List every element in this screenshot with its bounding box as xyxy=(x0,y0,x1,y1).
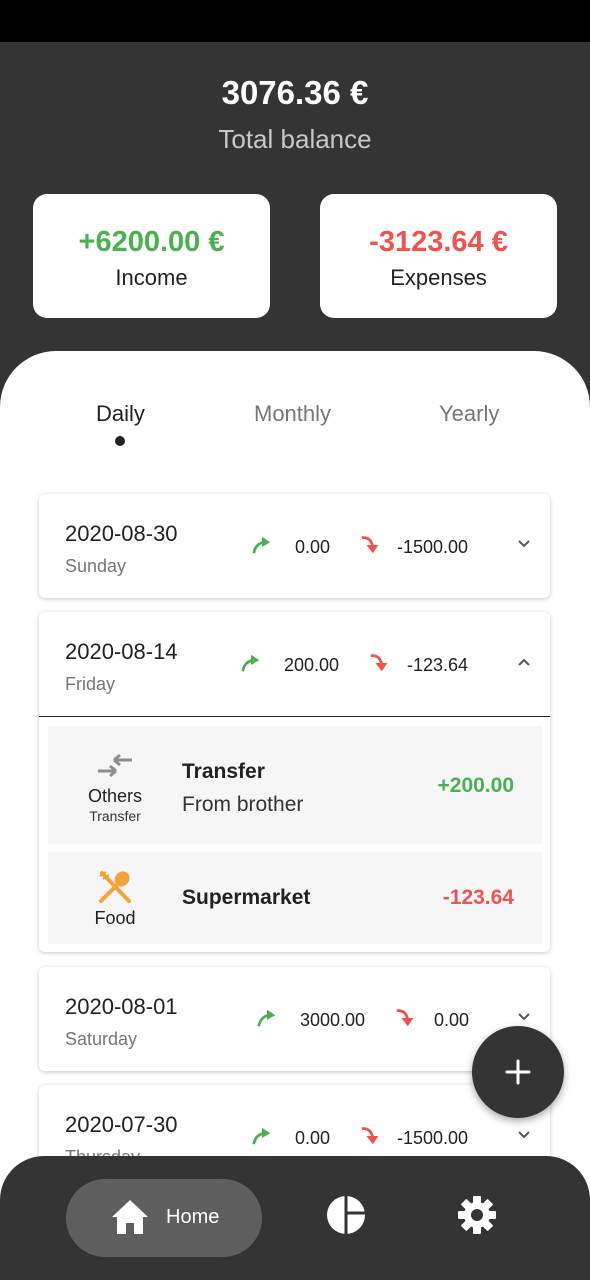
income-card[interactable]: +6200.00 € Income xyxy=(33,194,270,318)
expenses-card[interactable]: -3123.64 € Expenses xyxy=(320,194,557,318)
transaction-row[interactable]: Others Transfer Transfer From brother +2… xyxy=(48,726,542,844)
trend-down-arrow-icon xyxy=(361,536,379,554)
transaction-amount: +200.00 xyxy=(437,774,515,797)
divider xyxy=(39,716,550,717)
transaction-description: From brother xyxy=(182,793,304,816)
fork-spoon-icon xyxy=(99,871,131,903)
day-income: 3000.00 xyxy=(300,1010,366,1030)
tab-yearly[interactable]: Yearly xyxy=(439,401,499,427)
day-expense: -123.64 xyxy=(407,655,469,675)
trend-up-arrow-icon xyxy=(252,536,271,554)
day-date: 2020-08-01 xyxy=(65,994,178,1019)
day-income: 0.00 xyxy=(295,537,331,557)
transaction-row[interactable]: Food Supermarket -123.64 xyxy=(48,852,542,944)
trend-up-arrow-icon xyxy=(252,1127,271,1145)
transfer-arrows-icon xyxy=(98,754,132,778)
day-expense: 0.00 xyxy=(434,1010,470,1030)
transaction-title: Supermarket xyxy=(182,886,311,909)
day-date: 2020-08-30 xyxy=(65,521,178,546)
day-weekday: Saturday xyxy=(65,1029,138,1049)
trend-down-arrow-icon xyxy=(361,1127,379,1145)
transactions-sheet: Daily Monthly Yearly 2020-08-30 Sunday 0… xyxy=(0,351,590,1280)
period-tabs: Daily Monthly Yearly xyxy=(0,351,590,471)
transaction-subcategory: Transfer xyxy=(89,808,141,824)
expenses-label: Expenses xyxy=(390,265,487,290)
income-label: Income xyxy=(115,265,188,290)
plus-icon xyxy=(505,1059,531,1085)
transaction-category: Others xyxy=(87,786,143,806)
transaction-title: Transfer xyxy=(182,760,265,783)
bottom-navigation: Home xyxy=(0,1156,590,1280)
total-balance: 3076.36 € xyxy=(221,74,369,111)
day-income: 0.00 xyxy=(295,1128,331,1148)
day-weekday: Friday xyxy=(65,674,116,694)
status-bar xyxy=(0,0,590,42)
trend-up-arrow-icon xyxy=(241,654,260,672)
day-expense: -1500.00 xyxy=(397,1128,469,1148)
day-weekday: Sunday xyxy=(65,556,127,576)
chevron-down-icon[interactable] xyxy=(516,1009,532,1025)
add-transaction-button[interactable] xyxy=(472,1026,564,1118)
day-expense: -1500.00 xyxy=(397,537,469,557)
tab-monthly[interactable]: Monthly xyxy=(254,401,331,427)
total-balance-label: Total balance xyxy=(218,124,372,154)
pie-chart-icon[interactable] xyxy=(326,1195,366,1235)
transaction-category: Food xyxy=(94,908,136,928)
day-income: 200.00 xyxy=(284,655,340,675)
chevron-up-icon[interactable] xyxy=(516,654,532,670)
trend-down-arrow-icon xyxy=(370,654,388,672)
tab-daily[interactable]: Daily xyxy=(96,401,145,427)
chevron-down-icon[interactable] xyxy=(516,1127,532,1143)
gear-icon[interactable] xyxy=(457,1195,497,1235)
home-icon xyxy=(112,1200,148,1234)
day-date: 2020-07-30 xyxy=(65,1112,178,1137)
nav-home[interactable]: Home xyxy=(66,1179,262,1257)
day-card[interactable]: 2020-08-01 Saturday 3000.00 0.00 xyxy=(39,967,550,1071)
trend-down-arrow-icon xyxy=(396,1009,414,1027)
day-card-expanded[interactable]: 2020-08-14 Friday 200.00 -123.64 Others … xyxy=(39,612,550,952)
expenses-amount: -3123.64 € xyxy=(369,226,508,258)
transaction-amount: -123.64 xyxy=(442,886,514,909)
nav-home-label: Home xyxy=(166,1206,220,1228)
chevron-down-icon[interactable] xyxy=(516,536,532,552)
trend-up-arrow-icon xyxy=(257,1009,276,1027)
day-date: 2020-08-14 xyxy=(65,639,178,664)
active-tab-indicator xyxy=(115,436,125,446)
day-card[interactable]: 2020-08-30 Sunday 0.00 -1500.00 xyxy=(39,494,550,598)
income-amount: +6200.00 € xyxy=(78,226,225,258)
